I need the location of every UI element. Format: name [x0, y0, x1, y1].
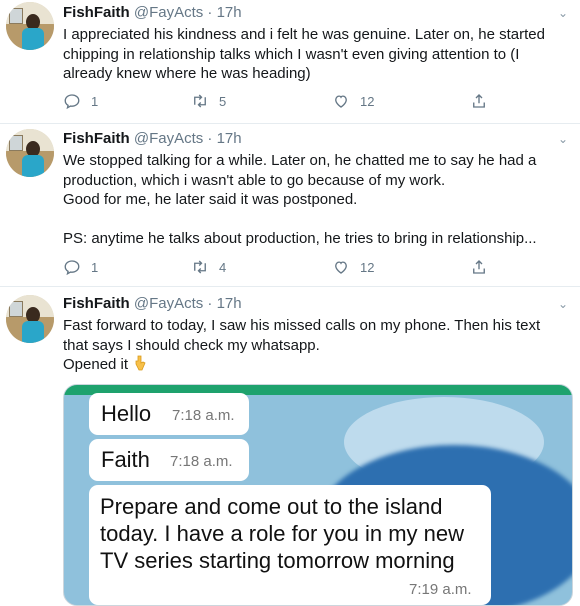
tweet-header: FishFaith @FayActs · 17h — [63, 295, 242, 312]
share-icon — [473, 94, 485, 108]
display-name[interactable]: FishFaith — [63, 130, 130, 147]
separator-dot: · — [207, 130, 213, 147]
tweet-header: FishFaith @FayActs · 17h — [63, 130, 242, 147]
retweet-button[interactable]: 4 — [191, 257, 226, 277]
like-count: 12 — [360, 93, 375, 109]
like-button[interactable]: 12 — [332, 91, 374, 111]
user-handle[interactable]: @FayActs — [134, 130, 203, 147]
separator-dot: · — [207, 4, 213, 21]
tweet-header: FishFaith @FayActs · 17h — [63, 4, 242, 21]
chat-message: Prepare and come out to the island today… — [100, 494, 464, 573]
like-icon — [335, 95, 347, 108]
tweet-text: We stopped talking for a while. Later on… — [63, 152, 537, 247]
point-down-emoji — [135, 355, 146, 371]
like-button[interactable]: 12 — [332, 257, 374, 277]
tweet-actions: 1 4 12 — [63, 257, 568, 277]
retweet-button[interactable]: 5 — [191, 91, 226, 111]
share-icon — [473, 260, 485, 274]
chat-bubble: Hello 7:18 a.m. — [89, 393, 249, 435]
chat-time: 7:18 a.m. — [170, 453, 233, 470]
chat-time: 7:19 a.m. — [409, 581, 472, 598]
user-handle[interactable]: @FayActs — [134, 4, 203, 21]
avatar[interactable] — [6, 129, 54, 177]
tweet-time[interactable]: 17h — [217, 295, 242, 312]
avatar-body — [22, 28, 44, 50]
reply-button[interactable]: 1 — [63, 257, 98, 277]
tweet-text: Fast forward to today, I saw his missed … — [63, 316, 568, 375]
avatar[interactable] — [6, 2, 54, 50]
tweet-time[interactable]: 17h — [217, 4, 242, 21]
retweet-icon — [194, 94, 206, 108]
tweet-text: I appreciated his kindness and i felt he… — [63, 26, 550, 82]
share-button[interactable] — [470, 257, 488, 277]
chat-bubble: Prepare and come out to the island today… — [89, 485, 491, 605]
tweet-1[interactable]: FishFaith @FayActs · 17h ⌄ I appreciated… — [0, 0, 580, 122]
caret-down-icon[interactable]: ⌄ — [556, 6, 570, 20]
tweet-2[interactable]: FishFaith @FayActs · 17h ⌄ We stopped ta… — [0, 124, 580, 286]
reply-icon — [64, 260, 80, 276]
like-count: 12 — [360, 259, 375, 275]
reply-count: 1 — [91, 259, 99, 275]
caret-down-icon[interactable]: ⌄ — [556, 132, 570, 146]
display-name[interactable]: FishFaith — [63, 295, 130, 312]
reply-button[interactable]: 1 — [63, 91, 98, 111]
like-icon — [335, 261, 347, 274]
tweet-media-image[interactable]: Hello 7:18 a.m. Faith 7:18 a.m. Prepare … — [63, 384, 573, 606]
separator-dot: · — [207, 295, 213, 312]
avatar-window — [9, 301, 23, 317]
chat-bubble: Faith 7:18 a.m. — [89, 439, 249, 481]
chat-time: 7:18 a.m. — [172, 407, 235, 424]
chat-message: Faith — [101, 447, 150, 472]
avatar-window — [9, 135, 23, 151]
chat-message: Hello — [101, 401, 152, 426]
retweet-count: 4 — [219, 259, 227, 275]
tweet-actions: 1 5 12 — [63, 91, 568, 111]
retweet-icon — [194, 260, 206, 274]
user-handle[interactable]: @FayActs — [134, 295, 203, 312]
display-name[interactable]: FishFaith — [63, 4, 130, 21]
share-button[interactable] — [470, 91, 488, 111]
tweet-time[interactable]: 17h — [217, 130, 242, 147]
reply-count: 1 — [91, 93, 99, 109]
avatar-window — [9, 8, 23, 24]
avatar-body — [22, 321, 44, 343]
retweet-count: 5 — [219, 93, 227, 109]
caret-down-icon[interactable]: ⌄ — [556, 297, 570, 311]
reply-icon — [64, 94, 80, 110]
avatar[interactable] — [6, 295, 54, 343]
avatar-body — [22, 155, 44, 177]
